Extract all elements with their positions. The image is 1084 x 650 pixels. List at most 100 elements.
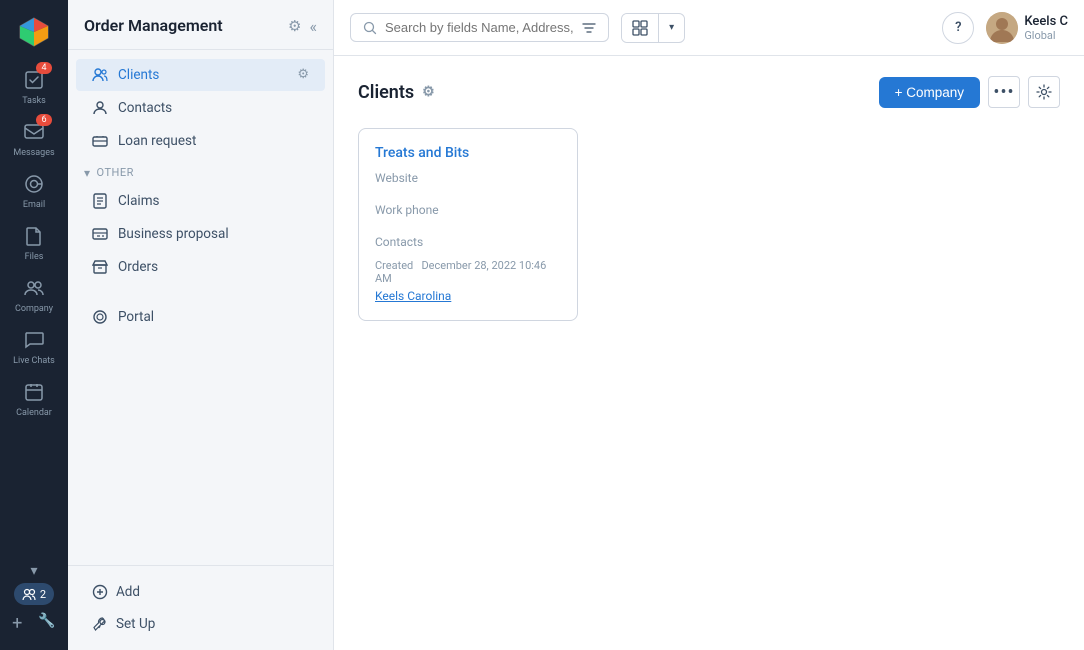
sidebar-other-section: ▾ OTHER — [68, 158, 333, 184]
messages-badge: 6 — [36, 114, 52, 126]
clients-label: Clients — [118, 67, 159, 83]
settings-gear-icon[interactable]: ⚙ — [288, 17, 301, 35]
claims-label: Claims — [118, 193, 160, 209]
view-toggle[interactable]: ▾ — [621, 13, 685, 43]
page-title: Clients ⚙ — [358, 82, 435, 103]
nav-item-files[interactable]: Files — [0, 216, 68, 268]
clients-settings-icon[interactable]: ⚙ — [297, 67, 309, 82]
files-icon-wrap — [20, 222, 48, 250]
claims-icon — [92, 193, 108, 209]
tasks-badge: 4 — [36, 62, 52, 74]
contacts-icon — [92, 100, 108, 116]
collapse-sidebar-btn[interactable]: « — [309, 17, 317, 36]
sidebar-header: Order Management ⚙ « — [68, 0, 333, 50]
sidebar-item-loan-request[interactable]: Loan request — [76, 125, 325, 157]
calendar-icon-wrap — [20, 378, 48, 406]
other-label: OTHER — [97, 166, 134, 179]
sidebar-add-btn[interactable]: Add — [84, 578, 317, 606]
grid-icon — [632, 20, 648, 36]
card-contacts-label: Contacts — [375, 235, 561, 249]
email-icon-wrap — [20, 170, 48, 198]
livechats-label: Live Chats — [13, 356, 55, 366]
users-count-label: 2 — [40, 588, 46, 601]
wrench-nav-item[interactable]: 🔧 — [38, 613, 55, 634]
portal-label: Portal — [118, 309, 154, 325]
setup-label: Set Up — [116, 616, 155, 632]
add-company-button[interactable]: + Company — [879, 77, 980, 108]
messages-icon-wrap: 6 — [20, 118, 48, 146]
three-dots-icon: ••• — [993, 82, 1014, 103]
nav-item-tasks[interactable]: 4 Tasks — [0, 60, 68, 112]
client-card-treats-and-bits[interactable]: Treats and Bits Website Work phone Conta… — [358, 128, 578, 321]
sidebar-footer: Add Set Up — [68, 565, 333, 650]
files-label: Files — [25, 252, 44, 262]
view-settings-button[interactable] — [1028, 76, 1060, 108]
card-created-label: Created — [375, 259, 413, 272]
content-header: Clients ⚙ + Company ••• — [358, 76, 1060, 108]
card-company-name[interactable]: Treats and Bits — [375, 145, 561, 161]
avatar-image — [986, 12, 1018, 44]
top-bar: ▾ ? Keels C Global — [334, 0, 1084, 56]
card-website-label: Website — [375, 171, 561, 185]
add-nav-item[interactable]: + — [12, 613, 22, 634]
sidebar-item-portal[interactable]: Portal — [76, 301, 325, 333]
nav-item-livechats[interactable]: Live Chats — [0, 320, 68, 372]
search-box[interactable] — [350, 13, 609, 42]
more-options-button[interactable]: ••• — [988, 76, 1020, 108]
sidebar-setup-btn[interactable]: Set Up — [84, 610, 317, 638]
user-avatar[interactable]: Keels C Global — [986, 12, 1068, 44]
settings-icon — [1036, 84, 1052, 100]
sidebar-item-claims[interactable]: Claims — [76, 185, 325, 217]
help-label: ? — [955, 20, 961, 35]
filter-icon[interactable] — [582, 21, 596, 35]
livechats-icon-wrap — [20, 326, 48, 354]
content-actions: + Company ••• — [879, 76, 1060, 108]
clients-page-title: Clients — [358, 82, 414, 103]
loan-icon — [92, 133, 108, 149]
nav-more[interactable]: ▾ — [0, 559, 68, 583]
user-info: Keels C Global — [1024, 14, 1068, 42]
user-name: Keels C — [1024, 14, 1068, 29]
chevron-down-icon: ▾ — [669, 22, 674, 33]
add-circle-icon — [92, 584, 108, 600]
calendar-label: Calendar — [16, 408, 52, 418]
grid-view-btn[interactable] — [622, 14, 658, 42]
nav-item-messages[interactable]: 6 Messages — [0, 112, 68, 164]
title-settings-icon[interactable]: ⚙ — [422, 84, 435, 100]
nav-logo[interactable] — [0, 8, 68, 56]
nav-item-email[interactable]: Email — [0, 164, 68, 216]
proposal-label: Business proposal — [118, 226, 229, 242]
email-label: Email — [23, 200, 45, 210]
nav-item-calendar[interactable]: Calendar — [0, 372, 68, 424]
nav-bar: 4 Tasks 6 Messages Email — [0, 0, 68, 650]
setup-wrench-icon — [92, 616, 108, 632]
card-created-info: Created December 28, 2022 10:46 AM — [375, 259, 561, 285]
card-created-by[interactable]: Keels Carolina — [375, 289, 451, 303]
clients-icon — [92, 67, 108, 83]
card-phone-label: Work phone — [375, 203, 561, 217]
orders-icon — [92, 259, 108, 275]
proposal-icon — [92, 226, 108, 242]
cards-grid: Treats and Bits Website Work phone Conta… — [358, 128, 1060, 321]
orders-label: Orders — [118, 259, 158, 275]
sidebar-item-business-proposal[interactable]: Business proposal — [76, 218, 325, 250]
help-button[interactable]: ? — [942, 12, 974, 44]
search-input[interactable] — [385, 20, 574, 35]
sidebar-item-clients[interactable]: Clients ⚙ — [76, 59, 325, 91]
main-content: ▾ ? Keels C Global Clients — [334, 0, 1084, 650]
loan-label: Loan request — [118, 133, 196, 149]
avatar-svg — [986, 12, 1018, 44]
sidebar-title: Order Management — [84, 16, 288, 37]
view-dropdown-btn[interactable]: ▾ — [659, 16, 684, 39]
add-label: Add — [116, 584, 140, 600]
sidebar-item-contacts[interactable]: Contacts — [76, 92, 325, 124]
user-role: Global — [1024, 29, 1068, 42]
users-count-badge[interactable]: 2 — [14, 583, 54, 605]
other-chevron[interactable]: ▾ — [84, 166, 91, 180]
company-icon-wrap — [20, 274, 48, 302]
nav-item-company[interactable]: Company — [0, 268, 68, 320]
tasks-icon-wrap: 4 — [20, 66, 48, 94]
messages-label: Messages — [13, 148, 54, 158]
content-area: Clients ⚙ + Company ••• Treats — [334, 56, 1084, 650]
sidebar-item-orders[interactable]: Orders — [76, 251, 325, 283]
